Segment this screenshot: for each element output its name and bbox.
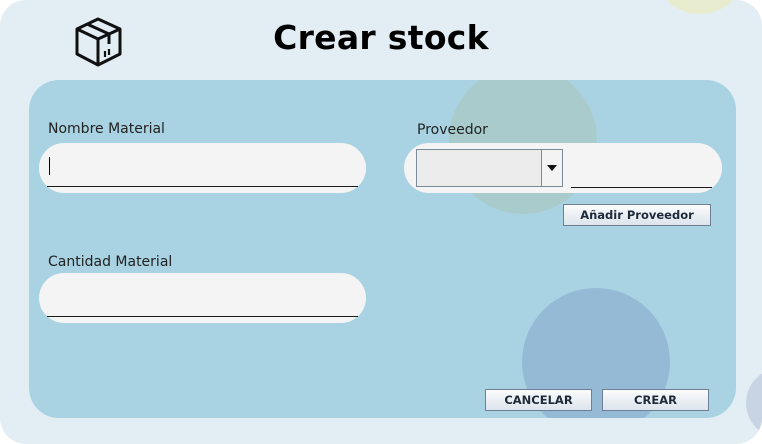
cantidad-material-pill xyxy=(39,273,366,323)
text-caret xyxy=(49,157,50,175)
proveedor-text-field[interactable] xyxy=(571,187,712,188)
decorative-circle xyxy=(660,0,740,14)
nombre-material-pill xyxy=(39,143,366,193)
proveedor-label: Proveedor xyxy=(417,122,488,138)
chevron-down-icon[interactable] xyxy=(541,150,562,186)
cantidad-material-input[interactable] xyxy=(47,275,358,317)
cancel-button[interactable]: CANCELAR xyxy=(485,389,592,411)
page-title: Crear stock xyxy=(273,18,489,57)
form-panel: Nombre Material Cantidad Material Provee… xyxy=(29,80,736,418)
nombre-material-input[interactable] xyxy=(47,145,358,187)
cantidad-material-label: Cantidad Material xyxy=(48,254,173,270)
decorative-circle xyxy=(746,368,762,438)
create-button[interactable]: CREAR xyxy=(602,389,709,411)
proveedor-select[interactable] xyxy=(416,149,563,187)
create-stock-window: Crear stock Nombre Material Cantidad Mat… xyxy=(0,0,762,444)
proveedor-pill xyxy=(404,143,722,193)
nombre-material-label: Nombre Material xyxy=(48,121,165,137)
add-provider-button[interactable]: Añadir Proveedor xyxy=(563,204,711,226)
